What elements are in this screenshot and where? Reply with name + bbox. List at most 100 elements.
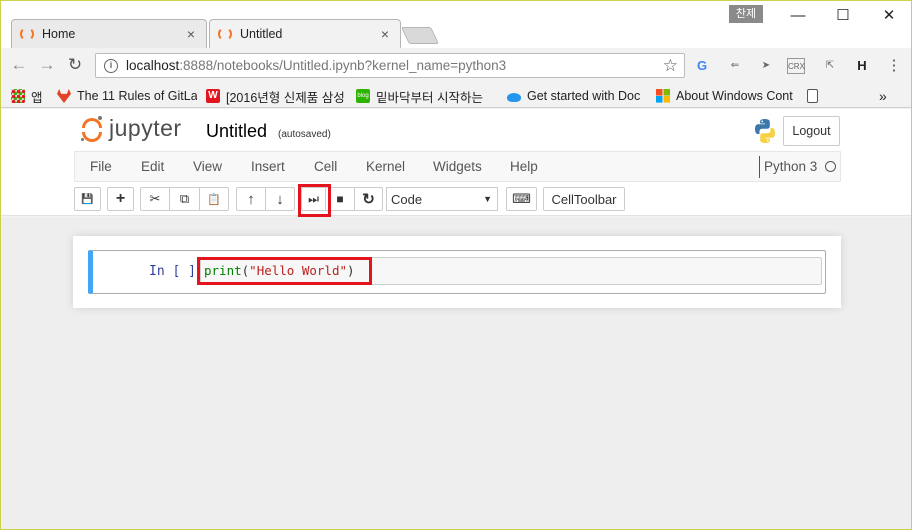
restart-kernel-button[interactable]: ↻ <box>354 187 383 211</box>
jupyter-favicon-icon <box>20 27 34 41</box>
bookmark-apps-label: 앱 <box>31 90 43 105</box>
minimize-icon[interactable]: — <box>788 7 808 25</box>
menu-widgets[interactable]: Widgets <box>433 159 482 174</box>
extension-cursor-icon[interactable]: ➤ <box>757 58 775 74</box>
jupyter-logo[interactable]: jupyter <box>81 115 182 142</box>
python-logo-icon <box>755 119 775 143</box>
chevron-down-icon: ▼ <box>483 194 492 204</box>
run-button-highlight <box>298 184 331 217</box>
bookmark-docker[interactable]: Get started with Doc <box>507 87 645 105</box>
menu-insert[interactable]: Insert <box>251 159 285 174</box>
save-button[interactable]: 💾 <box>74 187 101 211</box>
notebook-area: In [ ]: print("Hello World") <box>1 217 911 529</box>
gitlab-icon <box>57 89 71 103</box>
tab-home-close-icon[interactable]: × <box>184 26 198 42</box>
kernel-separator <box>759 156 760 178</box>
scissors-icon: ✂ <box>149 191 161 206</box>
arrow-down-icon: ↓ <box>276 190 284 208</box>
w-icon: W <box>206 89 220 103</box>
move-up-button[interactable]: ↑ <box>236 187 266 211</box>
reload-icon[interactable]: ↻ <box>65 55 85 75</box>
bookmarks-more-icon[interactable]: » <box>879 87 893 105</box>
tab-untitled-title: Untitled <box>240 27 283 41</box>
cell-type-select[interactable]: Code ▼ <box>386 187 498 211</box>
paste-button[interactable]: 📋 <box>199 187 229 211</box>
kernel-name[interactable]: Python 3 <box>764 159 817 174</box>
browser-toolbar: ← → ↻ i localhost:8888/notebooks/Untitle… <box>1 48 911 83</box>
jupyter-menubar-container: File Edit View Insert Cell Kernel Widget… <box>1 151 911 217</box>
move-down-button[interactable]: ↓ <box>265 187 295 211</box>
crx-icon[interactable]: CRX <box>787 58 805 74</box>
menubar: File Edit View Insert Cell Kernel Widget… <box>74 151 841 182</box>
windows-icon <box>656 89 670 103</box>
translate-icon[interactable]: G <box>693 58 711 74</box>
insert-cell-button[interactable]: + <box>107 187 134 211</box>
docker-icon <box>507 93 521 102</box>
address-bar[interactable]: i localhost:8888/notebooks/Untitled.ipyn… <box>95 53 685 78</box>
arrow-up-icon: ↑ <box>247 190 255 208</box>
bookmark-windows-label: About Windows Cont <box>676 89 793 103</box>
autosave-status: (autosaved) <box>278 129 331 140</box>
new-tab-button[interactable] <box>401 27 439 44</box>
notebook-page: In [ ]: print("Hello World") <box>73 236 841 308</box>
info-icon[interactable]: i <box>104 58 118 73</box>
menu-cell[interactable]: Cell <box>314 159 337 174</box>
bookmark-docker-label: Get started with Doc <box>527 89 641 103</box>
bookmark-apps[interactable]: 앱 <box>11 87 51 105</box>
tab-untitled-close-icon[interactable]: × <box>378 26 392 42</box>
copy-button[interactable]: ⧉ <box>169 187 200 211</box>
bookmark-windows[interactable]: About Windows Cont <box>656 87 796 105</box>
bookmark-blog[interactable]: blog 밑바닥부터 시작하는 <box>356 87 496 105</box>
apps-icon <box>11 89 25 103</box>
stop-icon: ■ <box>336 192 344 206</box>
bookmark-samsung[interactable]: W [2016년형 신제품 삼성 <box>206 87 346 105</box>
url-host: localhost <box>126 58 180 73</box>
menu-edit[interactable]: Edit <box>141 159 164 174</box>
h-extension-icon[interactable]: H <box>853 58 871 74</box>
cell-type-value: Code <box>391 191 423 207</box>
jupyter-logo-icon <box>81 115 103 142</box>
menu-file[interactable]: File <box>90 159 112 174</box>
bookmark-samsung-label: [2016년형 신제품 삼성 <box>226 90 345 105</box>
popout-icon[interactable]: ⇱ <box>821 58 839 74</box>
logout-button[interactable]: Logout <box>783 116 840 146</box>
browser-window: Home × Untitled × 찬제 — ☐ ✕ ← → ↻ i local… <box>0 0 912 530</box>
forward-icon[interactable]: → <box>37 55 57 75</box>
cut-button[interactable]: ✂ <box>140 187 170 211</box>
close-window-icon[interactable]: ✕ <box>879 7 899 25</box>
extension-back-icon[interactable]: ⇐ <box>726 58 744 74</box>
back-icon[interactable]: ← <box>9 55 29 75</box>
menu-help[interactable]: Help <box>510 159 538 174</box>
menu-view[interactable]: View <box>193 159 222 174</box>
notebook-name[interactable]: Untitled <box>206 121 267 142</box>
page-icon <box>807 89 818 103</box>
save-icon: 💾 <box>81 193 94 205</box>
jupyter-favicon-icon <box>218 27 232 41</box>
maximize-icon[interactable]: ☐ <box>833 7 853 25</box>
blog-icon: blog <box>356 89 370 103</box>
kernel-idle-icon <box>825 161 836 172</box>
bookmark-star-icon[interactable]: ☆ <box>663 56 678 76</box>
tab-home[interactable]: Home × <box>11 19 207 48</box>
restart-icon: ↻ <box>362 191 375 208</box>
bookmark-gitlab[interactable]: The 11 Rules of GitLa <box>57 87 197 105</box>
celltoolbar-button[interactable]: CellToolbar <box>543 187 625 211</box>
url-path: :8888/notebooks/Untitled.ipynb?kernel_na… <box>179 58 507 73</box>
command-palette-button[interactable]: ⌨ <box>506 187 537 211</box>
tab-untitled[interactable]: Untitled × <box>209 19 401 48</box>
code-cell[interactable]: In [ ]: print("Hello World") <box>88 250 826 294</box>
bookmark-page[interactable] <box>807 87 823 105</box>
bookmark-blog-label: 밑바닥부터 시작하는 <box>376 90 483 105</box>
menu-kernel[interactable]: Kernel <box>366 159 405 174</box>
celltoolbar-label: CellToolbar <box>551 191 617 207</box>
browser-menu-icon[interactable]: ⋮ <box>885 58 903 74</box>
code-highlight <box>197 257 372 285</box>
bookmark-gitlab-label: The 11 Rules of GitLa <box>77 89 197 103</box>
keyboard-icon: ⌨ <box>512 191 531 206</box>
jupyter-header: jupyter Untitled (autosaved) Logout <box>1 109 911 151</box>
paste-icon: 📋 <box>207 193 221 206</box>
input-prompt: In [ ]: <box>149 264 204 279</box>
title-bar: Home × Untitled × 찬제 — ☐ ✕ <box>1 1 911 48</box>
bookmarks-bar: 앱 The 11 Rules of GitLa W [2016년형 신제품 삼성… <box>1 83 911 108</box>
copy-icon: ⧉ <box>179 191 190 206</box>
